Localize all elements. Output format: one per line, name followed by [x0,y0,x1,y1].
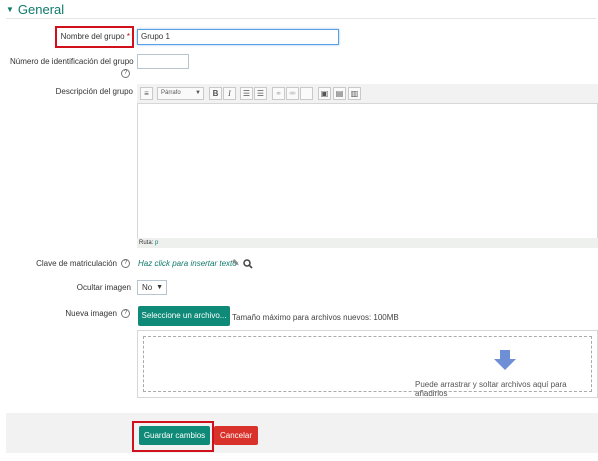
id-number-help-icon[interactable]: ? [121,69,130,78]
chevron-down-icon: ▼ [156,284,163,291]
download-arrow-icon [494,350,516,370]
unlink-icon[interactable]: ⚮ [286,87,299,100]
editor-path-bar: Ruta: p [137,238,598,248]
collapse-caret-icon[interactable]: ▼ [6,5,14,14]
id-number-input[interactable] [137,54,189,69]
editor-toolbar: ≡ Párrafo ▼ B I ☰ ☰ ⚭ ⚮ ▣ ▤ ▥ [137,84,598,104]
section-title: General [17,2,65,17]
hide-picture-label: Ocultar imagen [76,283,131,292]
enrolment-key-link[interactable]: Haz click para insertar texto [138,259,237,268]
path-label: Ruta: [139,240,154,246]
path-value[interactable]: p [155,240,158,246]
new-picture-help-icon[interactable]: ? [121,309,130,318]
description-editor[interactable] [137,84,598,248]
paragraph-style-select[interactable]: Párrafo ▼ [157,87,204,100]
description-label: Descripción del grupo [55,87,133,96]
form-footer [6,413,598,453]
hide-picture-select[interactable]: No ▼ [137,280,167,295]
cancel-button[interactable]: Cancelar [214,426,258,445]
new-picture-label: Nueva imagen [65,309,117,318]
blank-button-icon[interactable] [300,87,313,100]
drop-instructions: Puede arrastrar y soltar archivos aquí p… [415,380,567,398]
file-icon[interactable]: ▥ [348,87,361,100]
chevron-down-icon: ▼ [195,90,201,96]
save-button[interactable]: Guardar cambios [139,426,210,445]
numbered-list-icon[interactable]: ☰ [254,87,267,100]
bullet-list-icon[interactable]: ☰ [240,87,253,100]
link-icon[interactable]: ⚭ [272,87,285,100]
section-header-general[interactable]: ▼ General [6,2,64,17]
media-icon[interactable]: ▤ [333,87,346,100]
id-number-label: Número de identificación del grupo [10,57,134,66]
section-divider [6,18,596,19]
image-icon[interactable]: ▣ [318,87,331,100]
required-mark: * [126,32,130,41]
max-size-text: Tamaño máximo para archivos nuevos: 100M… [232,313,399,322]
italic-icon[interactable]: I [223,87,236,100]
group-name-value: Grupo 1 [141,32,170,41]
group-name-label: Nombre del grupo * [60,32,130,41]
bold-icon[interactable]: B [209,87,222,100]
group-name-input[interactable]: Grupo 1 [137,29,339,45]
search-icon[interactable] [243,256,255,269]
enrolment-key-help-icon[interactable]: ? [121,259,130,268]
toggle-toolbar-icon[interactable]: ≡ [140,87,153,100]
choose-file-button[interactable]: Seleccione un archivo... [138,306,230,326]
enrolment-key-label: Clave de matriculación [36,259,117,268]
pencil-icon[interactable]: ✎ [232,258,240,269]
group-name-label-text: Nombre del grupo [60,32,125,41]
